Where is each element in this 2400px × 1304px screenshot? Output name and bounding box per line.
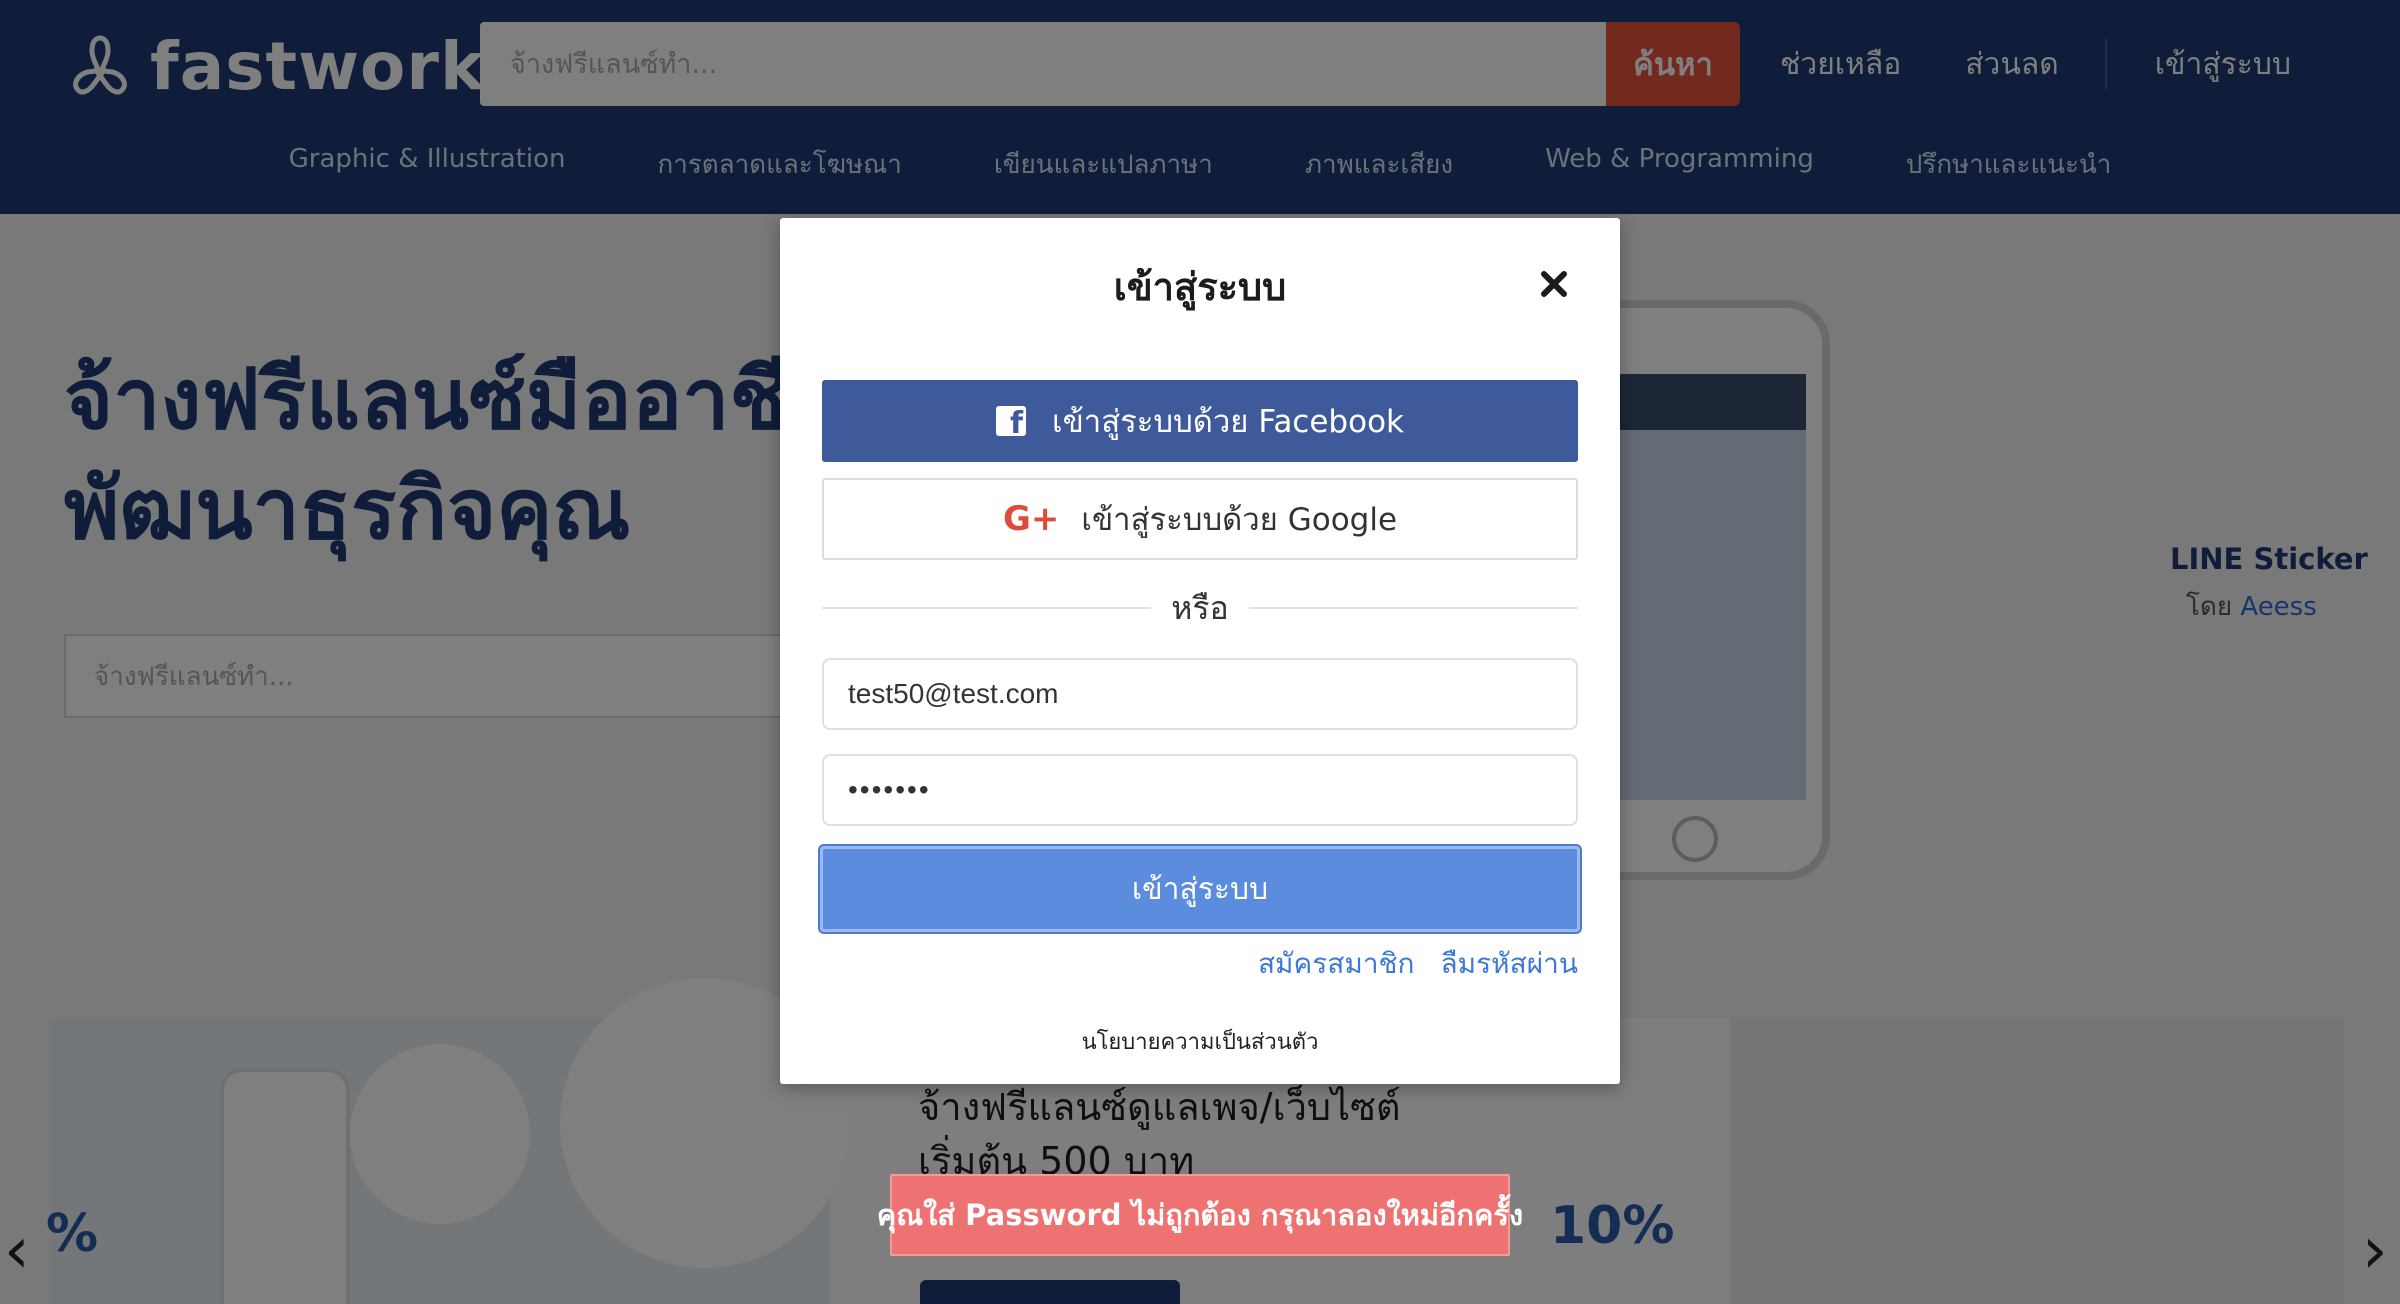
login-modal: เข้าสู่ระบบ f เข้าสู่ระบบด้วย Facebook G…	[780, 218, 1620, 1084]
google-plus-icon: G+	[1002, 499, 1060, 539]
modal-title: เข้าสู่ระบบ	[1113, 265, 1287, 309]
close-icon	[1541, 271, 1567, 297]
login-submit-button[interactable]: เข้าสู่ระบบ	[820, 846, 1580, 932]
google-login-label: เข้าสู่ระบบด้วย Google	[1081, 502, 1398, 538]
account-links: สมัครสมาชิก ลืมรหัสผ่าน	[822, 942, 1578, 984]
or-divider-text: หรือ	[1171, 588, 1229, 627]
close-button[interactable]	[1532, 262, 1576, 306]
privacy-policy-link[interactable]: นโยบายความเป็นส่วนตัว	[780, 1024, 1620, 1059]
facebook-login-label: เข้าสู่ระบบด้วย Facebook	[1052, 404, 1404, 440]
facebook-login-button[interactable]: f เข้าสู่ระบบด้วย Facebook	[822, 380, 1578, 462]
or-divider: หรือ	[822, 586, 1578, 630]
forgot-password-link[interactable]: ลืมรหัสผ่าน	[1441, 942, 1578, 984]
error-toast: คุณใส่ Password ไม่ถูกต้อง กรุณาลองใหม่อ…	[877, 1174, 1523, 1256]
facebook-icon: f	[996, 406, 1026, 439]
password-field[interactable]	[822, 754, 1578, 826]
email-field[interactable]	[822, 658, 1578, 730]
google-login-button[interactable]: G+ เข้าสู่ระบบด้วย Google	[822, 478, 1578, 560]
register-link[interactable]: สมัครสมาชิก	[1258, 942, 1415, 984]
